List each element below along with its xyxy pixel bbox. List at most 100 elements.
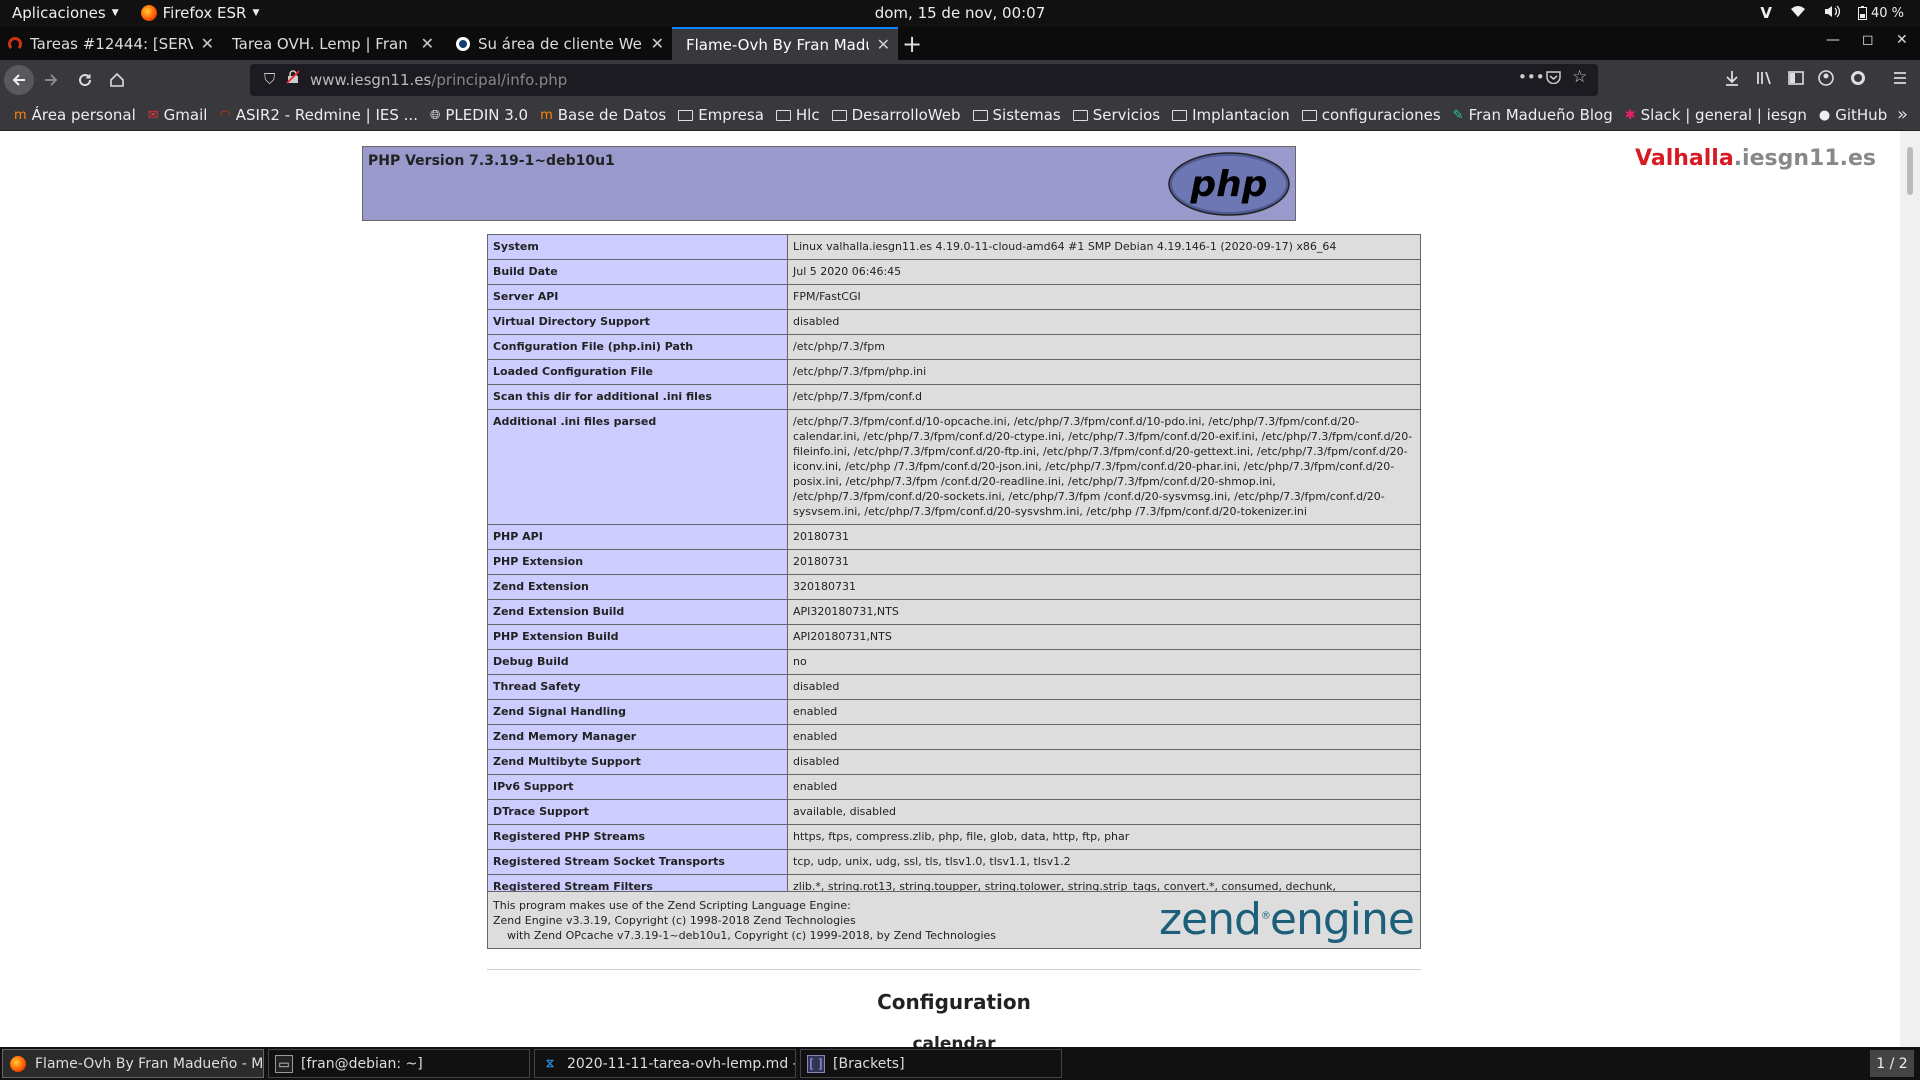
info-value: API20180731,NTS <box>787 624 1421 650</box>
info-key: Loaded Configuration File <box>487 359 788 385</box>
insecure-lock-icon[interactable] <box>286 70 300 88</box>
taskbar-item-brackets[interactable]: [ ] [Brackets] <box>800 1049 1062 1078</box>
extension-icon[interactable] <box>1850 70 1866 90</box>
bookmark-label: DesarrolloWeb <box>851 106 961 124</box>
info-key: Zend Signal Handling <box>487 699 788 725</box>
reload-icon <box>79 74 92 87</box>
taskbar-item-label: Flame-Ovh By Fran Madueño - Mo... <box>35 1055 264 1072</box>
wifi-icon[interactable] <box>1790 5 1806 22</box>
workspace-pager[interactable]: 1 / 2 <box>1870 1050 1914 1077</box>
tab-ovh-cliente[interactable]: Su área de cliente Web OVH ✕ <box>448 27 672 60</box>
info-key: Virtual Directory Support <box>487 309 788 335</box>
hamburger-menu-icon[interactable] <box>1892 70 1908 90</box>
bookmark-base-datos[interactable]: m Base de Datos <box>540 106 666 124</box>
calendar-heading: calendar <box>912 1034 996 1047</box>
tab-title: Tarea OVH. Lemp | Fran Mad <box>232 34 413 53</box>
bookmark-folder-servicios[interactable]: Servicios <box>1072 106 1160 124</box>
info-key: PHP Extension <box>487 549 788 575</box>
bookmark-area-personal[interactable]: m Área personal <box>14 106 136 124</box>
page-actions-icon[interactable]: ••• <box>1518 68 1545 86</box>
home-button[interactable] <box>102 65 132 95</box>
bookmark-blog[interactable]: ✎ Fran Madueño Blog <box>1453 106 1613 124</box>
close-window-button[interactable]: ✕ <box>1896 32 1908 48</box>
table-row: Server API FPM/FastCGI <box>487 284 1421 310</box>
taskbar-item-vscode[interactable]: ⧖ 2020-11-11-tarea-ovh-lemp.md -... <box>534 1049 796 1078</box>
navigation-toolbar: ⛉ www.iesgn11.es/principal/info.php ••• … <box>0 60 1920 100</box>
vivaldi-icon[interactable]: V <box>1760 4 1772 22</box>
tracking-shield-icon[interactable]: ⛉ <box>264 70 275 88</box>
tab-tarea-ovh[interactable]: Tarea OVH. Lemp | Fran Mad ✕ <box>224 27 442 60</box>
reload-button[interactable] <box>70 65 100 95</box>
close-icon[interactable]: ✕ <box>201 34 214 53</box>
info-value: Jul 5 2020 06:46:45 <box>787 259 1421 285</box>
zend-engine-box: This program makes use of the Zend Scrip… <box>487 891 1421 949</box>
site-brand-domain: .iesgn11.es <box>1733 146 1876 171</box>
bookmark-redmine[interactable]: ◠ ASIR2 - Redmine | IES ... <box>219 106 418 124</box>
bookmark-folder-hlc[interactable]: Hlc <box>775 106 820 124</box>
bookmark-pledin[interactable]: 🌐︎ PLEDIN 3.0 <box>430 106 528 124</box>
info-key: Registered Stream Socket Transports <box>487 849 788 875</box>
info-value: enabled <box>787 699 1421 725</box>
battery-indicator[interactable]: 40 % <box>1857 6 1904 21</box>
bookmark-label: PLEDIN 3.0 <box>445 106 529 124</box>
table-row: Zend Extension Build API320180731,NTS <box>487 599 1421 625</box>
downloads-icon[interactable] <box>1724 70 1740 90</box>
bookmark-github[interactable]: ● GitHub <box>1819 106 1887 124</box>
info-value: FPM/FastCGI <box>787 284 1421 310</box>
globe-icon: 🌐︎ <box>429 107 441 123</box>
maximize-button[interactable]: ◻ <box>1862 32 1874 48</box>
bookmark-star-icon[interactable]: ☆ <box>1572 67 1587 87</box>
active-app-menu[interactable]: Firefox ESR ▼ <box>140 4 259 22</box>
tab-title: Tareas #12444: [SERVICIO <box>30 34 193 53</box>
taskbar-item-terminal[interactable]: ▭ [fran@debian: ~] <box>268 1049 530 1078</box>
volume-icon[interactable] <box>1824 5 1841 22</box>
pocket-icon[interactable] <box>1546 70 1561 88</box>
info-key: IPv6 Support <box>487 774 788 800</box>
redmine-icon: ◠ <box>219 107 231 123</box>
url-text[interactable]: www.iesgn11.es/principal/info.php <box>310 71 567 89</box>
back-button[interactable] <box>4 65 34 95</box>
site-brand: Valhalla.iesgn11.es <box>1635 146 1876 171</box>
bookmarks-overflow-icon[interactable]: » <box>1897 104 1908 125</box>
php-version-title: PHP Version 7.3.19-1~deb10u1 <box>368 153 615 169</box>
forward-button[interactable] <box>36 65 66 95</box>
library-icon[interactable] <box>1756 70 1772 90</box>
applications-menu[interactable]: Aplicaciones ▼ <box>12 4 119 22</box>
close-icon[interactable]: ✕ <box>421 34 434 53</box>
page-scrollbar[interactable] <box>1900 131 1920 1047</box>
taskbar-item-label: 2020-11-11-tarea-ovh-lemp.md -... <box>567 1055 796 1072</box>
system-top-panel: Aplicaciones ▼ Firefox ESR ▼ dom, 15 de … <box>0 0 1920 27</box>
new-tab-button[interactable]: + <box>902 30 922 58</box>
bookmark-folder-implantacion[interactable]: Implantacion <box>1172 106 1290 124</box>
bookmark-folder-desarrolloweb[interactable]: DesarrolloWeb <box>831 106 961 124</box>
url-path: /principal/info.php <box>431 71 568 89</box>
minimize-button[interactable]: — <box>1826 32 1840 48</box>
scrollbar-thumb[interactable] <box>1907 147 1913 195</box>
bookmark-folder-configuraciones[interactable]: configuraciones <box>1301 106 1441 124</box>
zend-engine-logo[interactable]: zend®engine <box>1159 894 1415 945</box>
bookmark-folder-sistemas[interactable]: Sistemas <box>972 106 1061 124</box>
tab-flame-ovh[interactable]: Flame-Ovh By Fran Madueño ✕ <box>672 27 898 60</box>
arrow-left-icon <box>12 74 25 86</box>
taskbar-item-firefox[interactable]: Flame-Ovh By Fran Madueño - Mo... <box>2 1049 264 1078</box>
info-value: tcp, udp, unix, udg, ssl, tls, tlsv1.0, … <box>787 849 1421 875</box>
address-bar[interactable]: ⛉ www.iesgn11.es/principal/info.php ••• … <box>250 64 1598 96</box>
tab-strip: Tareas #12444: [SERVICIO ✕ Tarea OVH. Le… <box>0 27 1920 60</box>
bookmark-gmail[interactable]: ✉ Gmail <box>148 106 208 124</box>
php-logo-icon[interactable]: php <box>1167 151 1291 217</box>
close-icon[interactable]: ✕ <box>877 35 890 54</box>
bookmark-label: Gmail <box>163 106 208 124</box>
sidebar-icon[interactable] <box>1788 70 1804 90</box>
bookmark-folder-empresa[interactable]: Empresa <box>678 106 764 124</box>
tab-title: Su área de cliente Web OVH <box>478 34 643 53</box>
close-icon[interactable]: ✕ <box>651 34 664 53</box>
account-icon[interactable] <box>1818 70 1834 90</box>
bookmark-slack[interactable]: ✱ Slack | general | iesgn <box>1625 106 1807 124</box>
chevron-down-icon: ▼ <box>111 8 119 18</box>
clock[interactable]: dom, 15 de nov, 00:07 <box>875 4 1046 22</box>
tab-redmine[interactable]: Tareas #12444: [SERVICIO ✕ <box>0 27 222 60</box>
info-key: Build Date <box>487 259 788 285</box>
info-value: https, ftps, compress.zlib, php, file, g… <box>787 824 1421 850</box>
info-value: /etc/php/7.3/fpm <box>787 334 1421 360</box>
table-row: PHP API 20180731 <box>487 524 1421 550</box>
